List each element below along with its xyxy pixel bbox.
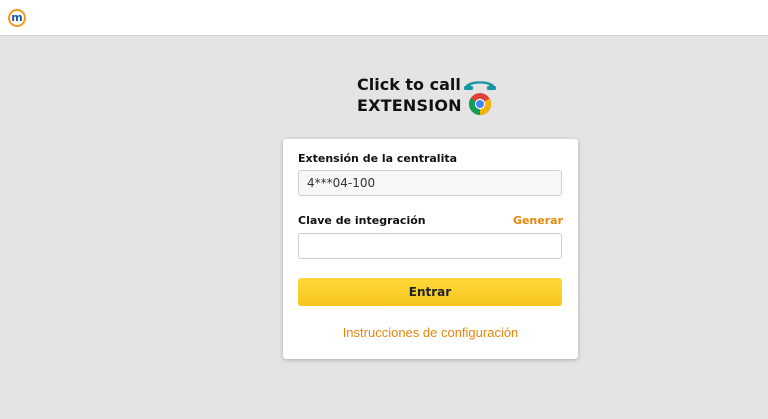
generate-link[interactable]: Generar (513, 214, 563, 227)
extension-label: Extensión de la centralita (298, 152, 458, 165)
top-bar: m (0, 0, 768, 36)
chrome-icon (469, 93, 491, 115)
phone-icon (464, 81, 496, 90)
brand-line-1: Click to call (357, 75, 461, 94)
integration-key-label: Clave de integración (298, 214, 426, 227)
instructions-link[interactable]: Instrucciones de configuración (283, 325, 578, 340)
extension-input[interactable] (298, 170, 562, 196)
enter-button[interactable]: Entrar (298, 278, 562, 306)
integration-key-input[interactable] (298, 233, 562, 259)
m-logo-icon[interactable]: m (8, 9, 26, 27)
login-card: Extensión de la centralita Clave de inte… (283, 139, 578, 359)
brand-line-2: EXTENSION (357, 96, 462, 115)
m-logo-letter: m (10, 11, 24, 25)
brand-logo: Click to call EXTENSION (356, 74, 506, 118)
